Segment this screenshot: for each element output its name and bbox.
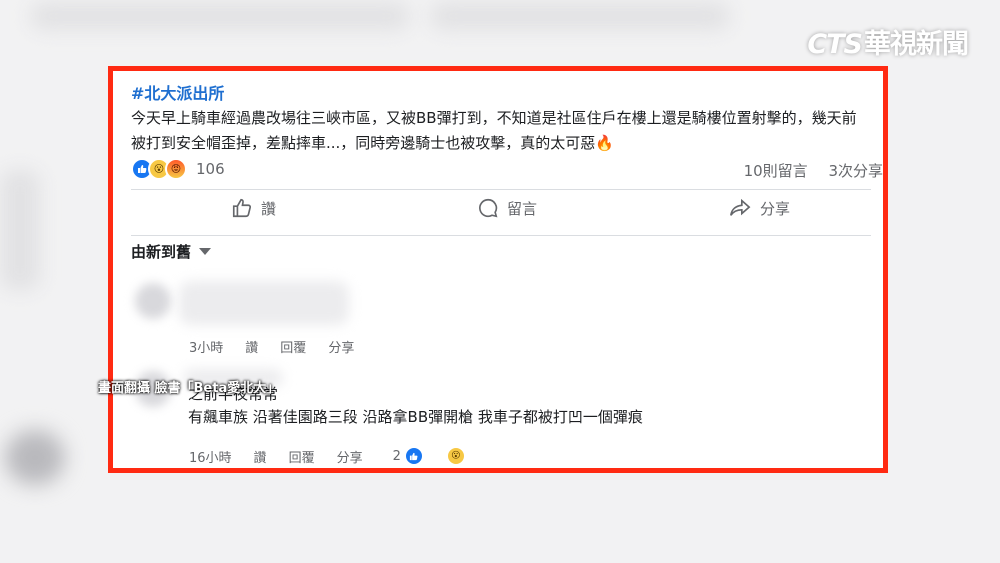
comment-count-link[interactable]: 10則留言 — [744, 162, 808, 180]
reaction-summary[interactable]: 😮 😡 106 — [131, 157, 225, 181]
comment-like-link[interactable]: 讚 — [245, 337, 258, 356]
comment-like-link[interactable]: 讚 — [254, 447, 267, 466]
comment-reply-link[interactable]: 回覆 — [289, 447, 315, 466]
video-source-caption: 畫面翻攝 臉書「Beta愛北大」 — [98, 381, 280, 396]
background-blur-top-right — [430, 2, 730, 30]
background-blur-left — [0, 170, 40, 290]
divider-top — [131, 189, 871, 190]
comment-text-line2: 有飆車族 沿著佳園路三段 沿路拿BB彈開槍 我車子都被打凹一個彈痕 — [188, 408, 643, 426]
post-hashtag[interactable]: #北大派出所 — [131, 83, 873, 105]
background-avatar-blur — [5, 430, 65, 485]
comment-meta: 3小時 讚 回覆 分享 — [189, 337, 376, 356]
share-count-link[interactable]: 3次分享 — [828, 162, 883, 180]
angry-reaction-icon: 😡 — [165, 158, 187, 180]
comment-sort-dropdown[interactable]: 由新到舊 — [131, 241, 212, 262]
like-icon — [232, 198, 252, 218]
share-button[interactable]: 分享 — [728, 197, 790, 219]
comment-sort-label: 由新到舊 — [131, 243, 192, 261]
comment-icon — [479, 198, 498, 218]
post-body: 今天早上騎車經過農改場往三峽市區，又被BB彈打到，不知道是社區住戶在樓上還是騎樓… — [131, 109, 857, 152]
comment-button[interactable]: 留言 — [477, 197, 537, 219]
like-button[interactable]: 讚 — [231, 197, 276, 219]
comment-bubble-blurred — [179, 281, 349, 325]
background-blur-top — [30, 2, 410, 30]
comment-meta: 16小時 讚 回覆 分享 2 😮 — [189, 446, 510, 466]
comment-time[interactable]: 16小時 — [189, 447, 232, 466]
comment-reply-link[interactable]: 回覆 — [280, 337, 306, 356]
cts-logo: CTS — [807, 29, 863, 60]
share-icon — [730, 198, 751, 216]
comment-time[interactable]: 3小時 — [189, 337, 223, 356]
post-action-bar: 讚 留言 分享 — [113, 197, 883, 231]
comment-avatar[interactable] — [135, 283, 171, 319]
wow-reaction-icon: 😮 — [445, 446, 466, 466]
reaction-count: 106 — [196, 160, 225, 178]
like-button-label: 讚 — [261, 199, 277, 218]
like-reaction-icon — [403, 446, 424, 466]
comment-reactions[interactable]: 2 😮 — [393, 446, 488, 466]
cts-watermark: CTS華視新聞 — [807, 22, 969, 61]
highlighted-post-frame: #北大派出所 今天早上騎車經過農改場往三峽市區，又被BB彈打到，不知道是社區住戶… — [108, 66, 888, 473]
post-content: #北大派出所 今天早上騎車經過農改場往三峽市區，又被BB彈打到，不知道是社區住戶… — [131, 83, 873, 156]
comment-share-link[interactable]: 分享 — [337, 447, 363, 466]
cts-channel-name: 華視新聞 — [864, 29, 969, 60]
divider-bottom — [131, 235, 871, 236]
share-button-label: 分享 — [760, 199, 791, 218]
comment-share-link[interactable]: 分享 — [328, 337, 354, 356]
post-stats: 10則留言 3次分享 — [728, 160, 883, 181]
comment-reaction-count: 2 — [392, 448, 401, 464]
comment-button-label: 留言 — [507, 199, 538, 218]
chevron-down-icon — [199, 248, 212, 255]
